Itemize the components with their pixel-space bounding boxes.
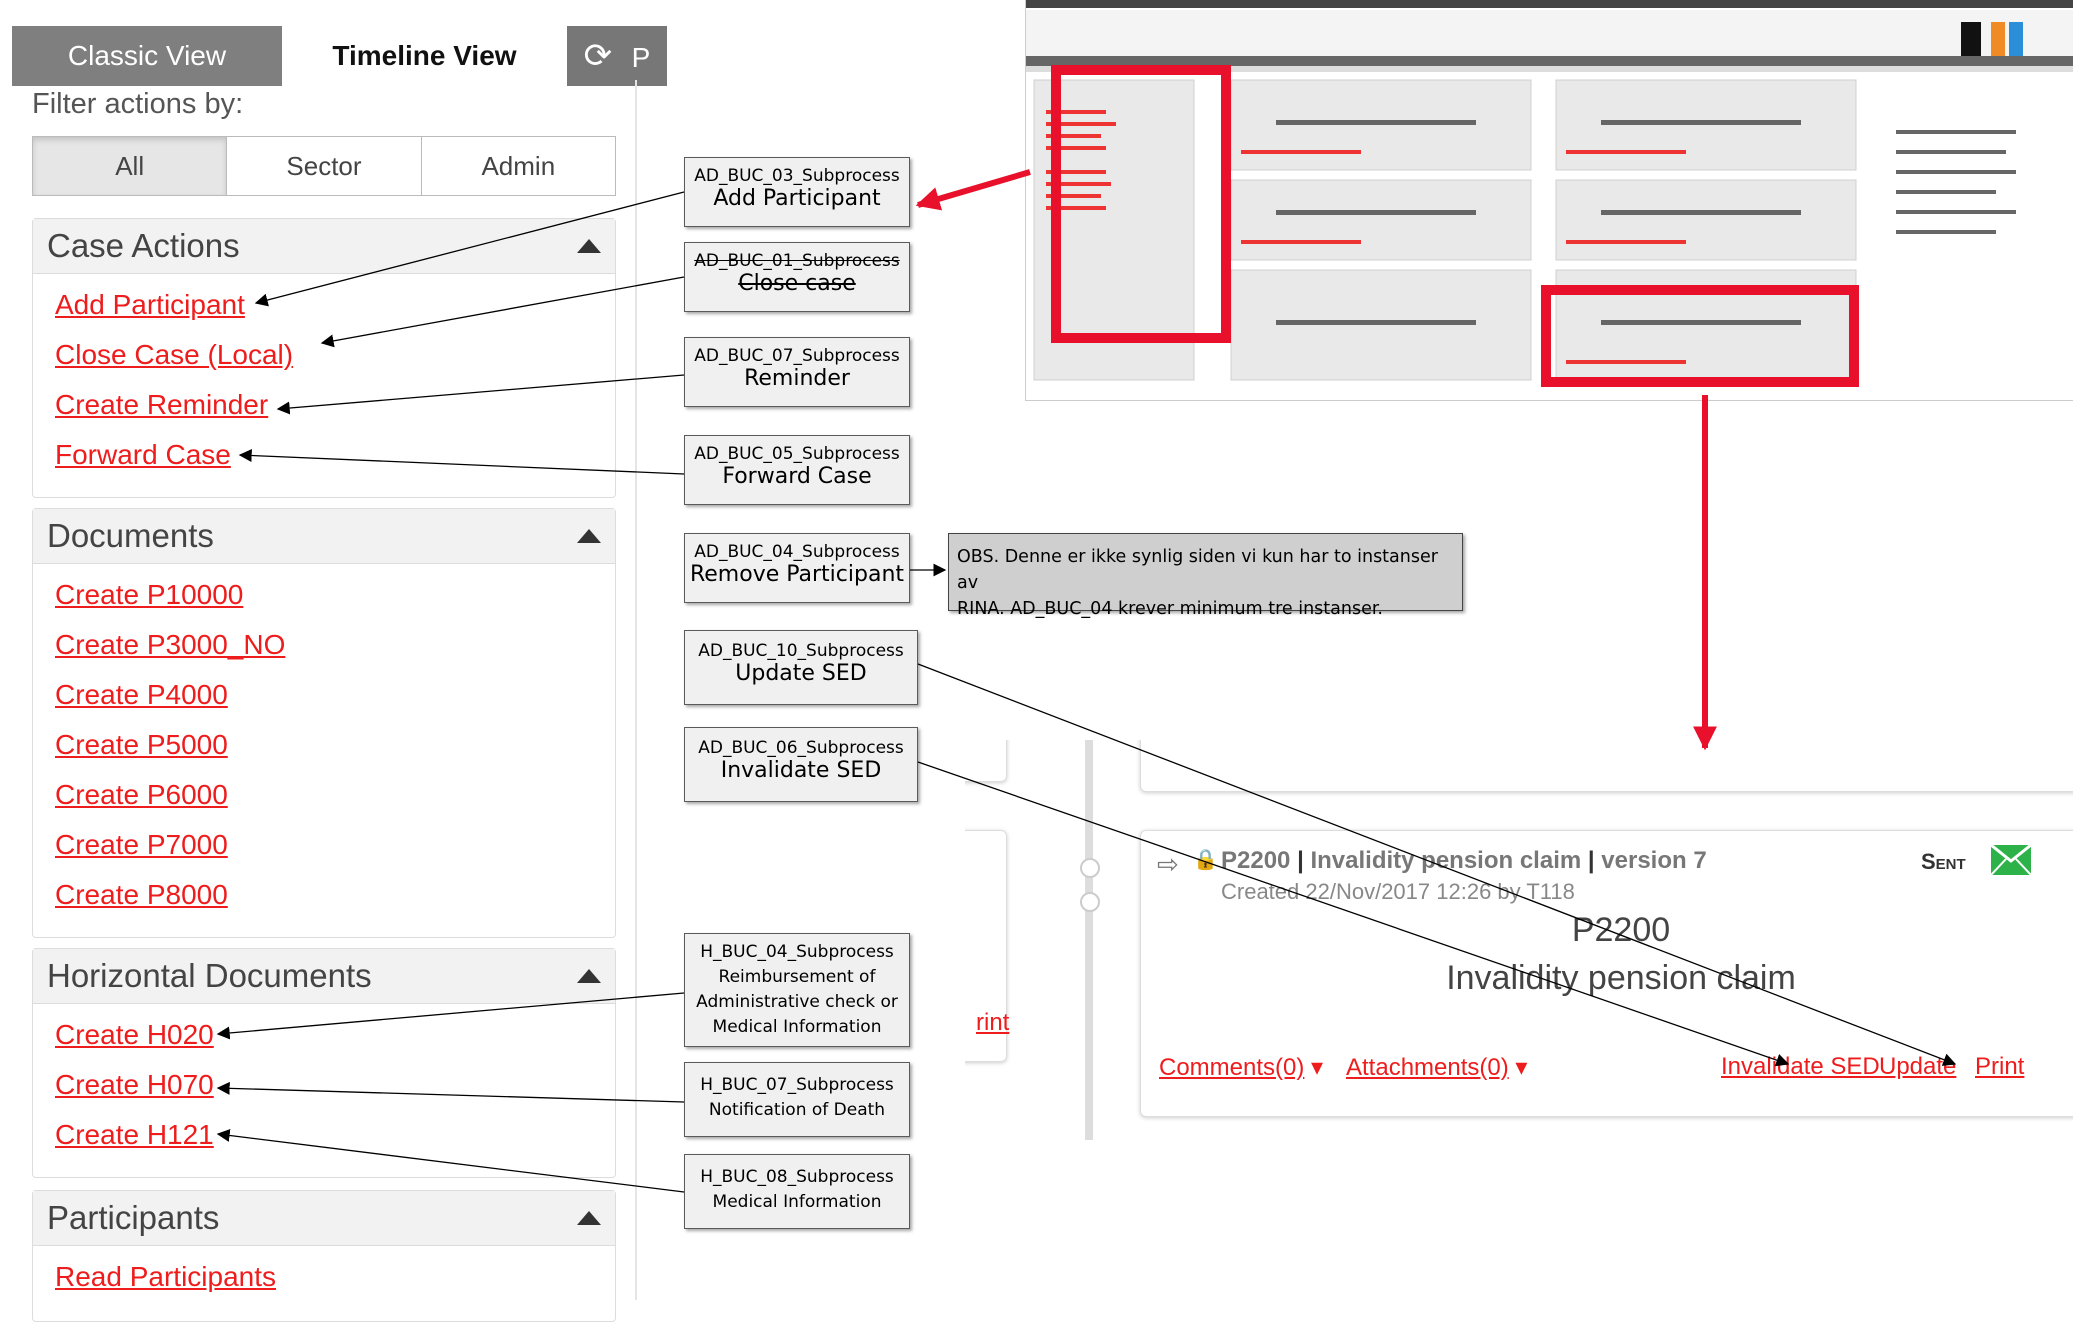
arrow-h070 [216,1081,685,1103]
arrow-h020 [216,992,685,1040]
arrow-h121 [216,1128,685,1193]
arrow-close-case [320,276,685,348]
arrow-invalidate-sed [917,761,1790,1067]
arrow-add-participant [254,191,685,307]
connector-layer [216,169,1957,1193]
arrow-update-sed [917,663,1957,1066]
arrow-reminder [276,374,685,415]
red-arrow-to-label [915,169,1031,211]
arrow-forward-case [238,449,685,475]
